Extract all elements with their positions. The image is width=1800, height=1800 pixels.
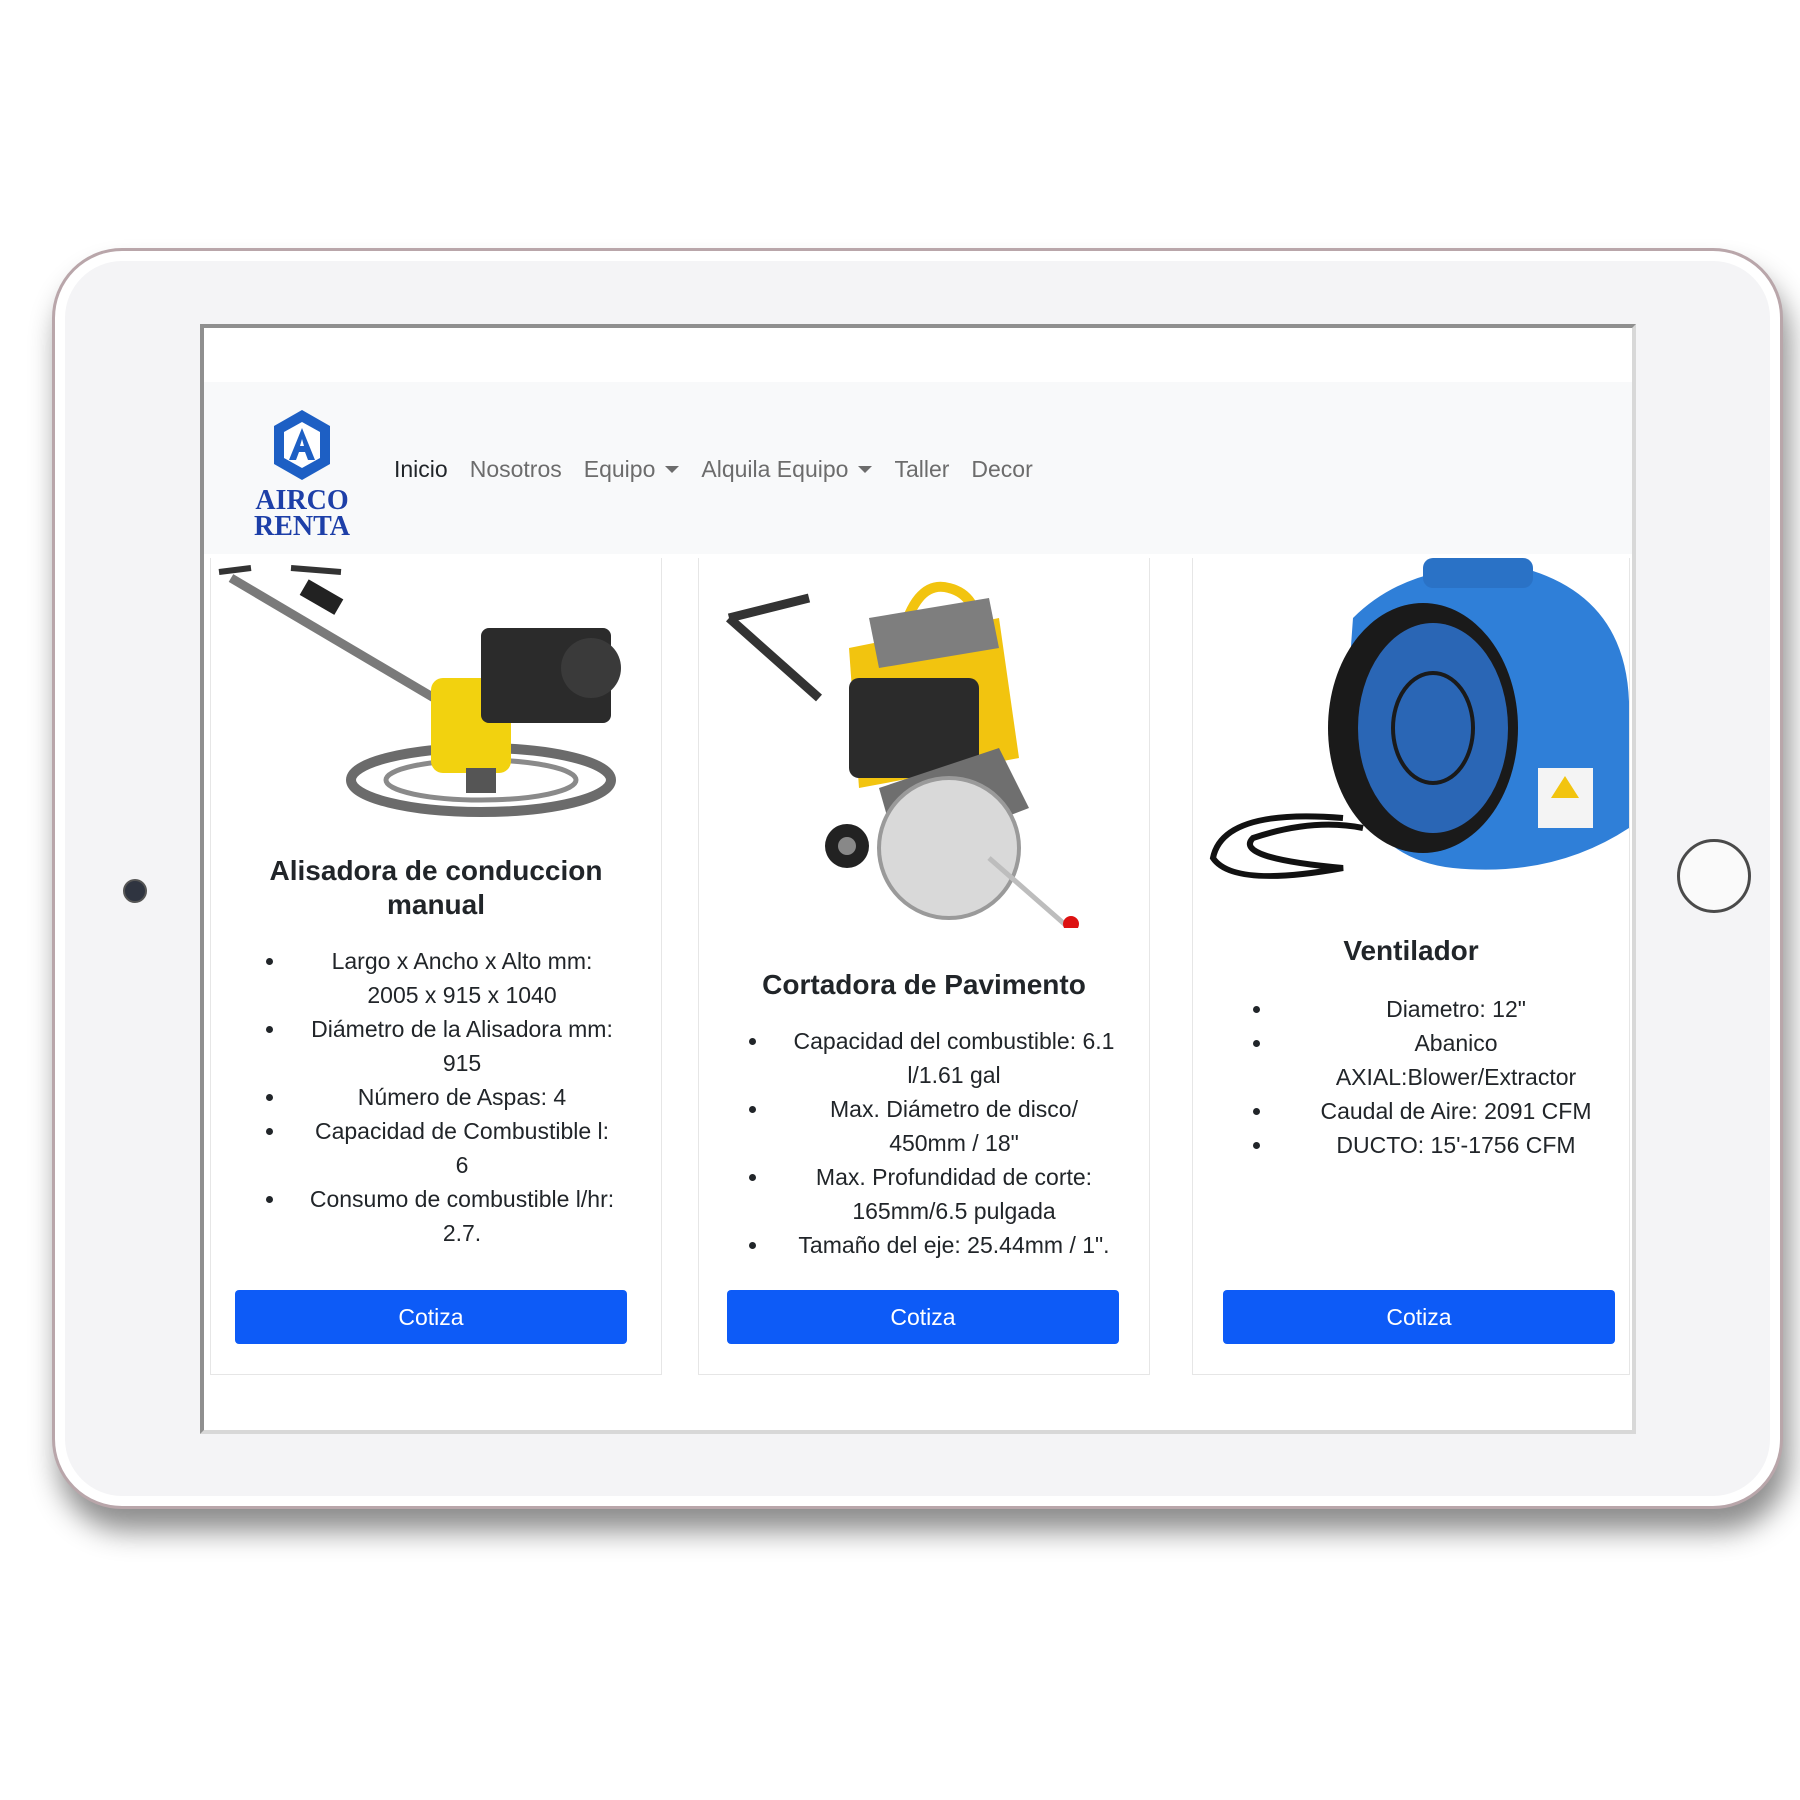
product-card-ventilador: Ventilador Diametro: 12" Abanico AXIAL:B… (1192, 558, 1630, 1375)
spec-item: Capacidad del combustible: 6.1 l/1.61 ga… (749, 1024, 1119, 1092)
navbar: AIRCO RENTA Inicio Nosotros Equipo Alqui… (204, 382, 1632, 554)
pavement-cutter-image[interactable] (699, 558, 1149, 928)
cotiza-button[interactable]: Cotiza (235, 1290, 627, 1344)
airco-logo-icon (274, 410, 330, 480)
product-card-cortadora: Cortadora de Pavimento Capacidad del com… (698, 558, 1150, 1375)
cotiza-button[interactable]: Cotiza (1223, 1290, 1615, 1344)
blower-fan-image[interactable] (1193, 558, 1629, 898)
nav-alquila-equipo-dropdown[interactable]: Alquila Equipo (701, 456, 873, 483)
spec-item: Max. Diámetro de disco/ 450mm / 18" (749, 1092, 1119, 1160)
screen: AIRCO RENTA Inicio Nosotros Equipo Alqui… (200, 324, 1636, 1434)
nav-nosotros[interactable]: Nosotros (470, 456, 562, 483)
caret-down-icon (665, 466, 680, 473)
spec-item: Abanico AXIAL:Blower/Extractor (1253, 1026, 1619, 1094)
brand-logo[interactable]: AIRCO RENTA (252, 408, 352, 542)
caret-down-icon (858, 466, 873, 473)
brand-line-2: RENTA (254, 511, 350, 542)
spec-list: Largo x Ancho x Alto mm: 2005 x 915 x 10… (266, 944, 618, 1250)
spec-item: Consumo de combustible l/hr: 2.7. (266, 1182, 618, 1250)
spec-item: Tamaño del eje: 25.44mm / 1". (749, 1228, 1119, 1262)
spec-item: Max. Profundidad de corte: 165mm/6.5 pul… (749, 1160, 1119, 1228)
spec-item: Número de Aspas: 4 (266, 1080, 618, 1114)
spec-item: Diametro: 12" (1253, 992, 1619, 1026)
cotiza-button[interactable]: Cotiza (727, 1290, 1119, 1344)
spec-item: Largo x Ancho x Alto mm: 2005 x 915 x 10… (266, 944, 618, 1012)
nav-alquila-equipo-label: Alquila Equipo (701, 456, 849, 482)
brand-name: AIRCO RENTA (252, 487, 352, 542)
spec-item: Capacidad de Combustible l: 6 (266, 1114, 618, 1182)
trowel-machine-image[interactable] (211, 558, 661, 828)
nav-links: Inicio Nosotros Equipo Alquila Equipo Ta… (394, 456, 1033, 483)
card-title: Cortadora de Pavimento (762, 969, 1086, 1000)
home-button[interactable] (1677, 839, 1751, 913)
spec-item: Caudal de Aire: 2091 CFM (1253, 1094, 1619, 1128)
spec-list: Capacidad del combustible: 6.1 l/1.61 ga… (749, 1024, 1119, 1262)
product-card-alisadora: Alisadora de conduccion manual Largo x A… (210, 558, 662, 1375)
nav-inicio[interactable]: Inicio (394, 456, 448, 483)
nav-decor[interactable]: Decor (971, 456, 1032, 483)
spec-list: Diametro: 12" Abanico AXIAL:Blower/Extra… (1253, 992, 1619, 1162)
camera (123, 879, 147, 903)
card-title: Ventilador (1343, 935, 1479, 966)
nav-equipo-dropdown[interactable]: Equipo (584, 456, 680, 483)
nav-equipo-label: Equipo (583, 456, 656, 482)
card-title: Alisadora de conduccion manual (269, 855, 603, 920)
spec-item: Diámetro de la Alisadora mm: 915 (266, 1012, 618, 1080)
spec-item: DUCTO: 15'-1756 CFM (1253, 1128, 1619, 1162)
nav-taller[interactable]: Taller (894, 456, 949, 483)
